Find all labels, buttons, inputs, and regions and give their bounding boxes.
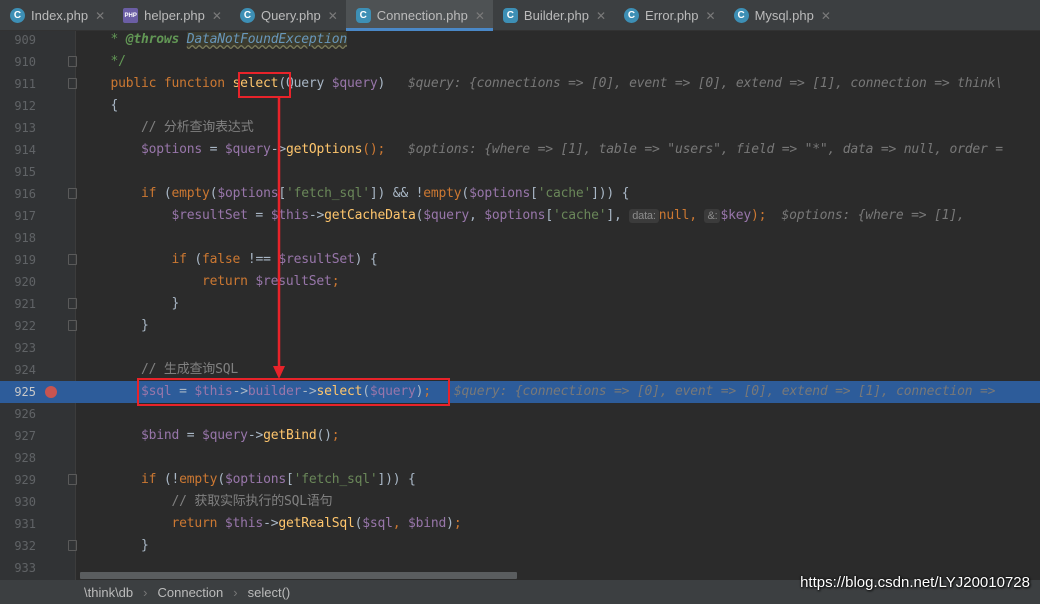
annotation-box-select-definition (238, 72, 291, 98)
arrow-head-icon (273, 366, 285, 379)
annotation-box-builder-select-call (137, 378, 450, 406)
annotation-overlay (137, 72, 450, 406)
